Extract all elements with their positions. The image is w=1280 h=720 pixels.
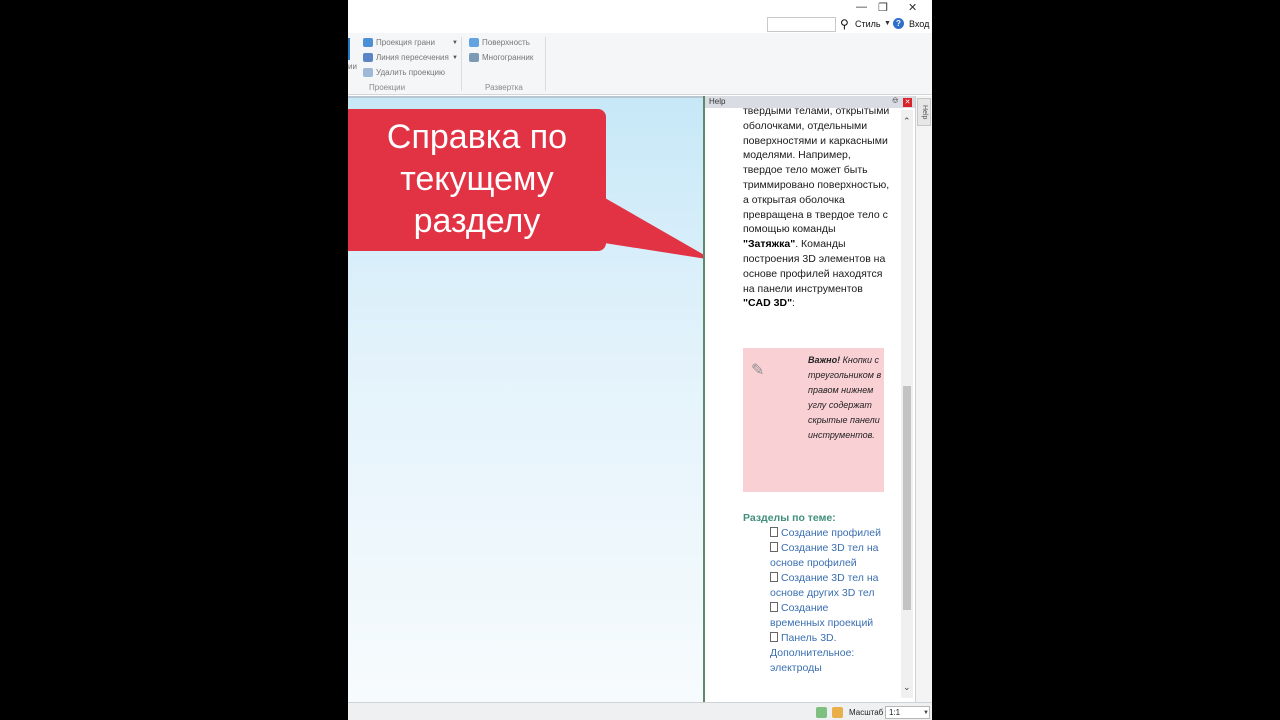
related-link[interactable]: Создание профилей <box>781 527 881 539</box>
delete-projection-label: Удалить проекцию <box>376 68 445 77</box>
workspace-canvas[interactable]: Справка по текущему разделу <box>348 96 706 702</box>
chevron-down-icon[interactable]: ▼ <box>452 40 458 46</box>
related-link[interactable]: Создание временных проекций <box>770 602 873 629</box>
unfold-group-label: Развертка <box>485 83 523 92</box>
delete-projection-icon <box>363 68 373 77</box>
ribbon: ии Проекция грани ▼ Линия пересечения ▼ … <box>348 33 932 95</box>
polyhedron-label: Многогранник <box>482 53 534 62</box>
related-link[interactable]: Панель 3D. Дополнительное: электроды <box>770 632 854 674</box>
list-item[interactable]: Создание 3D тел на основе профилей <box>770 541 882 571</box>
ribbon-separator <box>545 37 546 91</box>
chevron-down-icon[interactable]: ▼ <box>923 708 929 719</box>
login-link[interactable]: Вход <box>909 19 929 29</box>
related-topics-heading: Разделы по теме: <box>743 512 836 524</box>
chevron-down-icon[interactable]: ▼ <box>452 55 458 61</box>
help-toolbar-name: "CAD 3D" <box>743 297 793 310</box>
help-text-part: : <box>792 297 795 310</box>
title-bar: — ❐ ✕ <box>348 0 932 16</box>
document-icon <box>770 542 778 552</box>
projection-group-label: Проекции <box>369 83 406 92</box>
intersection-line-label: Линия пересечения <box>376 53 449 62</box>
restore-icon[interactable]: ❐ <box>878 1 888 14</box>
scale-value: 1:1 <box>889 708 901 717</box>
help-body-text: твердыми телами, открытыми оболочками, о… <box>743 104 893 311</box>
chevron-up-icon[interactable]: ⌃ <box>903 116 911 127</box>
status-bar: Масштаб 1:1 ▼ <box>348 702 932 720</box>
callout-label: Справка по текущему разделу <box>348 109 606 251</box>
style-dropdown[interactable]: Стиль <box>855 19 881 29</box>
document-icon <box>770 572 778 582</box>
related-link[interactable]: Создание 3D тел на основе других 3D тел <box>770 572 878 599</box>
close-icon[interactable]: ✕ <box>908 1 917 14</box>
chevron-down-icon[interactable]: ▼ <box>884 20 891 27</box>
search-icon[interactable]: ⚲ <box>840 17 849 31</box>
delete-projection-button[interactable]: Удалить проекцию <box>363 66 445 79</box>
note-text: Важно! Кнопки с треугольником в правом н… <box>808 353 882 443</box>
list-item[interactable]: Создание временных проекций <box>770 601 882 631</box>
document-icon <box>770 527 778 537</box>
app-window: — ❐ ✕ ⚲ Стиль ▼ ? Вход ии Проекция грани… <box>348 0 932 720</box>
face-projection-label: Проекция грани <box>376 38 435 47</box>
search-input[interactable] <box>767 17 836 32</box>
note-bold: Важно! <box>808 355 841 365</box>
chevron-down-icon[interactable]: ⌄ <box>903 682 911 693</box>
list-item[interactable]: Создание 3D тел на основе других 3D тел <box>770 571 882 601</box>
scale-select[interactable]: 1:1 ▼ <box>885 706 930 719</box>
polyhedron-icon <box>469 53 479 62</box>
list-item[interactable]: Создание профилей <box>770 526 882 541</box>
surface-button[interactable]: Поверхность <box>469 36 530 49</box>
help-text-part: твердыми телами, открытыми оболочками, о… <box>743 105 890 236</box>
related-link[interactable]: Создание 3D тел на основе профилей <box>770 542 878 569</box>
scale-label: Масштаб <box>849 708 884 717</box>
surface-icon <box>469 38 479 47</box>
face-projection-icon <box>363 38 373 47</box>
related-topics-list: Создание профилей Создание 3D тел на осн… <box>770 526 882 676</box>
ribbon-active-edge <box>348 38 350 60</box>
help-panel: Help ⎊ ✕ твердыми телами, открытыми обол… <box>703 96 915 702</box>
list-item[interactable]: Панель 3D. Дополнительное: электроды <box>770 631 882 676</box>
intersection-line-icon <box>363 53 373 62</box>
close-icon[interactable]: ✕ <box>903 98 912 107</box>
ribbon-cut-label: ии <box>348 62 357 71</box>
snap-icon[interactable] <box>816 707 827 718</box>
ribbon-separator <box>461 37 462 91</box>
intersection-line-button[interactable]: Линия пересечения <box>363 51 449 64</box>
face-projection-button[interactable]: Проекция грани <box>363 36 435 49</box>
box-icon[interactable] <box>832 707 843 718</box>
surface-label: Поверхность <box>482 38 530 47</box>
help-scrollbar[interactable]: ⌃ ⌄ <box>901 110 913 698</box>
polyhedron-button[interactable]: Многогранник <box>469 51 533 64</box>
side-dock-strip: Help <box>915 96 932 702</box>
edit-icon: ✎ <box>751 362 765 379</box>
document-icon <box>770 632 778 642</box>
help-command-name: "Затяжка" <box>743 238 796 251</box>
minimize-icon[interactable]: — <box>856 1 867 13</box>
help-icon[interactable]: ? <box>893 18 904 29</box>
document-icon <box>770 602 778 612</box>
side-help-tab[interactable]: Help <box>917 98 931 126</box>
note-body: Кнопки с треугольником в правом нижнем у… <box>808 355 882 440</box>
scrollbar-thumb[interactable] <box>903 386 911 610</box>
important-note: ✎ Важно! Кнопки с треугольником в правом… <box>743 348 884 492</box>
